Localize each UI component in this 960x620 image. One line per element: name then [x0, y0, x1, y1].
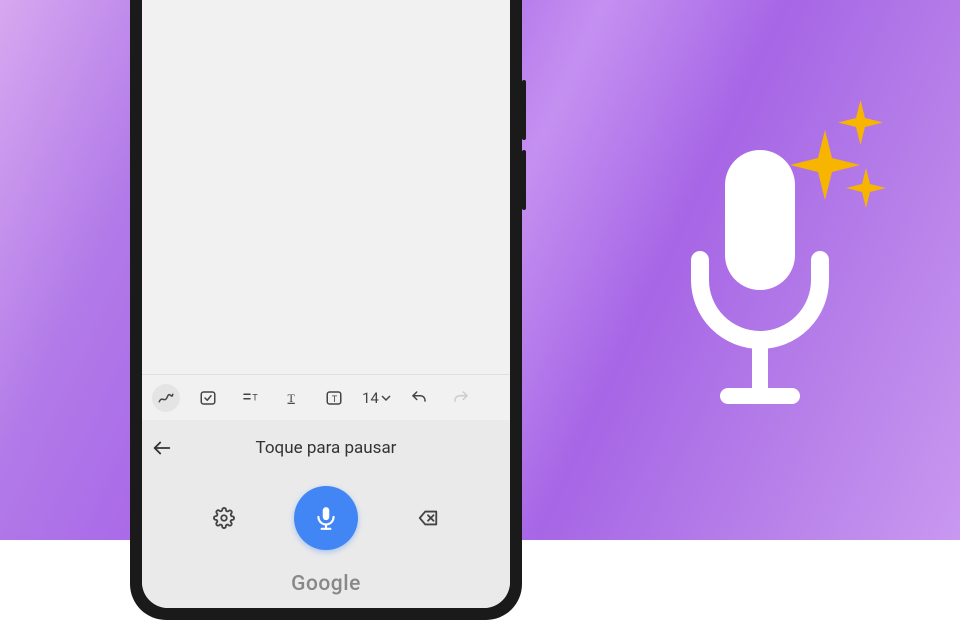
voice-panel-controls: [142, 468, 510, 560]
backspace-button[interactable]: [414, 504, 442, 532]
scribble-tool[interactable]: [152, 384, 180, 412]
indent-button[interactable]: T: [236, 384, 264, 412]
document-editor-area[interactable]: [142, 0, 510, 374]
svg-text:T: T: [332, 393, 338, 403]
voice-input-panel: Toque para pausar Google: [142, 420, 510, 608]
voice-panel-title: Toque para pausar: [142, 438, 510, 458]
microphone-icon: [313, 505, 339, 531]
back-arrow-icon: [151, 437, 173, 459]
phone-side-button: [522, 150, 526, 210]
checklist-button[interactable]: [194, 384, 222, 412]
formatting-toolbar: T T T 14: [142, 374, 510, 420]
microphone-button[interactable]: [294, 486, 358, 550]
phone-side-button: [522, 80, 526, 140]
back-button[interactable]: [142, 428, 182, 468]
backspace-icon: [416, 507, 440, 529]
settings-button[interactable]: [210, 504, 238, 532]
phone-frame: T T T 14 Toq: [130, 0, 522, 620]
font-size-selector[interactable]: 14: [362, 389, 391, 407]
svg-text:T: T: [288, 390, 296, 404]
chevron-down-icon: [381, 393, 391, 403]
phone-screen: T T T 14 Toq: [142, 0, 510, 608]
hero-graphic: [640, 100, 900, 440]
redo-button[interactable]: [447, 384, 475, 412]
text-format-button[interactable]: T: [278, 384, 306, 412]
voice-panel-header: Toque para pausar: [142, 428, 510, 468]
svg-text:T: T: [252, 392, 258, 402]
font-size-value: 14: [362, 389, 379, 407]
undo-button[interactable]: [405, 384, 433, 412]
text-box-button[interactable]: T: [320, 384, 348, 412]
gear-icon: [213, 507, 235, 529]
keyboard-brand: Google: [142, 560, 510, 600]
